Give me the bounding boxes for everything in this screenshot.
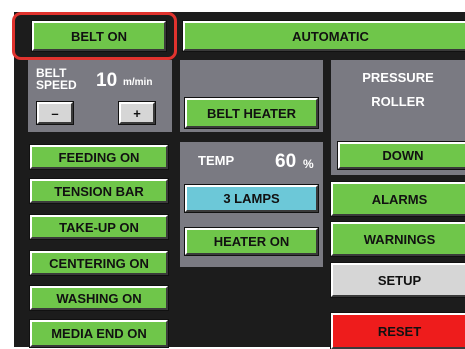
feeding-on-button[interactable]: FEEDING ON: [29, 144, 169, 170]
roller-down-button[interactable]: DOWN: [337, 141, 465, 170]
centering-on-label: CENTERING ON: [49, 255, 149, 271]
media-end-on-label: MEDIA END ON: [51, 326, 147, 341]
belt-heater-button[interactable]: BELT HEATER: [184, 97, 319, 129]
reset-button[interactable]: RESET: [330, 312, 465, 349]
reset-label: RESET: [377, 323, 422, 339]
automatic-button[interactable]: AUTOMATIC: [182, 20, 465, 52]
belt-speed-panel: BELT SPEED 10 m/min – +: [28, 60, 172, 132]
belt-speed-value: 10: [96, 70, 118, 91]
washing-on-button[interactable]: WASHING ON: [29, 285, 169, 311]
temp-label: TEMP: [198, 153, 235, 168]
heater-on-label: HEATER ON: [213, 234, 290, 249]
feeding-on-label: FEEDING ON: [58, 149, 140, 165]
belt-heater-label: BELT HEATER: [206, 105, 297, 121]
minus-label: –: [51, 105, 59, 121]
temp-unit: %: [303, 157, 314, 171]
take-up-on-label: TAKE-UP ON: [59, 219, 139, 235]
speed-decrease-button[interactable]: –: [36, 101, 74, 125]
heater-on-button[interactable]: HEATER ON: [184, 227, 319, 256]
warnings-button[interactable]: WARNINGS: [330, 221, 465, 257]
roller-down-label: DOWN: [382, 148, 424, 163]
alarms-label: ALARMS: [371, 191, 428, 207]
pressure-roller-title-line2: ROLLER: [371, 94, 425, 109]
washing-on-label: WASHING ON: [56, 290, 142, 306]
speed-increase-button[interactable]: +: [118, 101, 156, 125]
belt-speed-label-line2: SPEED: [36, 78, 77, 92]
tension-bar-label: TENSION BAR: [54, 183, 144, 199]
centering-on-button[interactable]: CENTERING ON: [29, 250, 169, 276]
lamps-button[interactable]: 3 LAMPS: [184, 184, 319, 213]
tension-bar-button[interactable]: TENSION BAR: [29, 178, 169, 204]
setup-button[interactable]: SETUP: [330, 262, 465, 298]
belt-speed-unit: m/min: [123, 77, 153, 88]
automatic-label: AUTOMATIC: [292, 28, 369, 44]
take-up-on-button[interactable]: TAKE-UP ON: [29, 214, 169, 240]
setup-label: SETUP: [377, 272, 422, 288]
plus-label: +: [133, 105, 141, 121]
pressure-roller-title-line1: PRESSURE: [362, 70, 434, 85]
warnings-label: WARNINGS: [363, 231, 436, 247]
alarms-button[interactable]: ALARMS: [330, 181, 465, 217]
belt-on-highlight: [12, 12, 177, 60]
media-end-on-button[interactable]: MEDIA END ON: [29, 319, 169, 348]
lamps-label: 3 LAMPS: [223, 191, 280, 206]
temp-value: 60: [275, 151, 297, 172]
